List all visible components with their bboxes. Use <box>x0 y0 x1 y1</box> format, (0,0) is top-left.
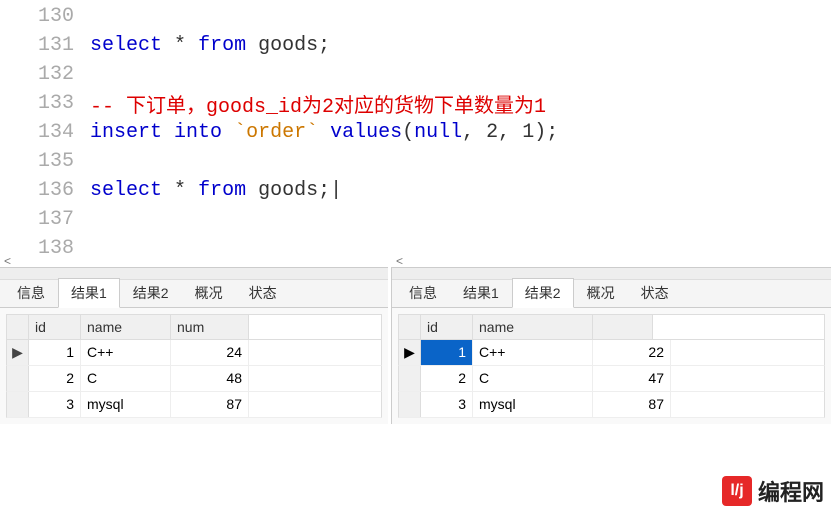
cell-id[interactable]: 1 <box>421 340 473 365</box>
code-content[interactable]: insert into `order` values(null, 2, 1); <box>90 121 558 144</box>
line-number: 138 <box>0 237 90 260</box>
table-row[interactable]: ▶1C++22 <box>398 340 825 366</box>
cell-id[interactable]: 3 <box>421 392 473 417</box>
cell-num[interactable]: 22 <box>593 340 671 365</box>
code-line[interactable]: 132 <box>0 60 832 89</box>
code-line[interactable]: 137 <box>0 205 832 234</box>
row-selector[interactable] <box>399 392 421 417</box>
tab-profile[interactable]: 概况 <box>182 278 236 307</box>
code-editor[interactable]: 130131select * from goods;132133-- 下订单，g… <box>0 0 832 263</box>
cell-name[interactable]: mysql <box>473 392 593 417</box>
line-number: 131 <box>0 34 90 57</box>
cell-num[interactable]: 48 <box>171 366 249 391</box>
code-content[interactable]: select * from goods;| <box>90 179 342 202</box>
col-id[interactable]: id <box>421 315 473 339</box>
line-number: 130 <box>0 5 90 28</box>
line-number: 135 <box>0 150 90 173</box>
line-number: 136 <box>0 179 90 202</box>
code-line[interactable]: 133-- 下订单，goods_id为2对应的货物下单数量为1 <box>0 89 832 118</box>
tabs-panel-2: 信息 结果1 结果2 概况 状态 <box>392 280 831 308</box>
code-line[interactable]: 135 <box>0 147 832 176</box>
cell-id[interactable]: 1 <box>29 340 81 365</box>
cell-num[interactable]: 47 <box>593 366 671 391</box>
watermark-logo-icon: l/j <box>722 476 752 506</box>
cell-id[interactable]: 2 <box>29 366 81 391</box>
cell-num[interactable]: 24 <box>171 340 249 365</box>
cell-id[interactable]: 2 <box>421 366 473 391</box>
line-number: 132 <box>0 63 90 86</box>
table-row[interactable]: 3mysql87 <box>6 392 382 418</box>
watermark-text: 编程网 <box>758 475 824 507</box>
tab-result1[interactable]: 结果1 <box>58 278 120 308</box>
col-name[interactable]: name <box>473 315 593 339</box>
tab-result2[interactable]: 结果2 <box>512 278 574 308</box>
result-panel-2: < 信息 结果1 结果2 概况 状态 id name ▶1C++222C473m… <box>391 267 831 424</box>
cell-name[interactable]: C++ <box>473 340 593 365</box>
tab-status[interactable]: 状态 <box>236 278 290 307</box>
result-panels: < 信息 结果1 结果2 概况 状态 id name num ▶1C++242C… <box>0 267 832 424</box>
table-row[interactable]: 2C47 <box>398 366 825 392</box>
tab-result1[interactable]: 结果1 <box>450 278 512 307</box>
table-row[interactable]: ▶1C++24 <box>6 340 382 366</box>
tabs-panel-1: 信息 结果1 结果2 概况 状态 <box>0 280 388 308</box>
code-line[interactable]: 134insert into `order` values(null, 2, 1… <box>0 118 832 147</box>
table-row[interactable]: 2C48 <box>6 366 382 392</box>
code-line[interactable]: 130 <box>0 2 832 31</box>
col-id[interactable]: id <box>29 315 81 339</box>
cell-num[interactable]: 87 <box>171 392 249 417</box>
result-panel-1: < 信息 结果1 结果2 概况 状态 id name num ▶1C++242C… <box>0 267 388 424</box>
code-line[interactable]: 136select * from goods;| <box>0 176 832 205</box>
code-content[interactable]: select * from goods; <box>90 34 330 57</box>
cell-name[interactable]: mysql <box>81 392 171 417</box>
grid-header: id name <box>398 314 825 340</box>
scroll-left-icon[interactable]: < <box>4 254 11 268</box>
line-number: 134 <box>0 121 90 144</box>
line-number: 133 <box>0 92 90 115</box>
scroll-left-icon[interactable]: < <box>396 254 403 268</box>
grid-header: id name num <box>6 314 382 340</box>
code-line[interactable]: 131select * from goods; <box>0 31 832 60</box>
tab-result2[interactable]: 结果2 <box>120 278 182 307</box>
watermark: l/j 编程网 <box>722 475 824 507</box>
tab-profile[interactable]: 概况 <box>574 278 628 307</box>
tab-status[interactable]: 状态 <box>628 278 682 307</box>
row-selector-header <box>7 315 29 339</box>
row-selector[interactable] <box>7 392 29 417</box>
row-selector-header <box>399 315 421 339</box>
result-grid-2[interactable]: id name ▶1C++222C473mysql87 <box>398 314 825 418</box>
row-selector[interactable]: ▶ <box>7 340 29 365</box>
cell-name[interactable]: C++ <box>81 340 171 365</box>
cell-name[interactable]: C <box>473 366 593 391</box>
row-selector[interactable] <box>399 366 421 391</box>
cell-num[interactable]: 87 <box>593 392 671 417</box>
line-number: 137 <box>0 208 90 231</box>
table-row[interactable]: 3mysql87 <box>398 392 825 418</box>
cell-name[interactable]: C <box>81 366 171 391</box>
col-num[interactable]: num <box>171 315 249 339</box>
code-content[interactable]: -- 下订单，goods_id为2对应的货物下单数量为1 <box>90 89 546 119</box>
cell-id[interactable]: 3 <box>29 392 81 417</box>
col-num[interactable] <box>593 315 653 339</box>
tab-info[interactable]: 信息 <box>396 278 450 307</box>
row-selector[interactable] <box>7 366 29 391</box>
tab-info[interactable]: 信息 <box>4 278 58 307</box>
code-line[interactable]: 138 <box>0 234 832 263</box>
row-selector[interactable]: ▶ <box>399 340 421 365</box>
col-name[interactable]: name <box>81 315 171 339</box>
result-grid-1[interactable]: id name num ▶1C++242C483mysql87 <box>6 314 382 418</box>
